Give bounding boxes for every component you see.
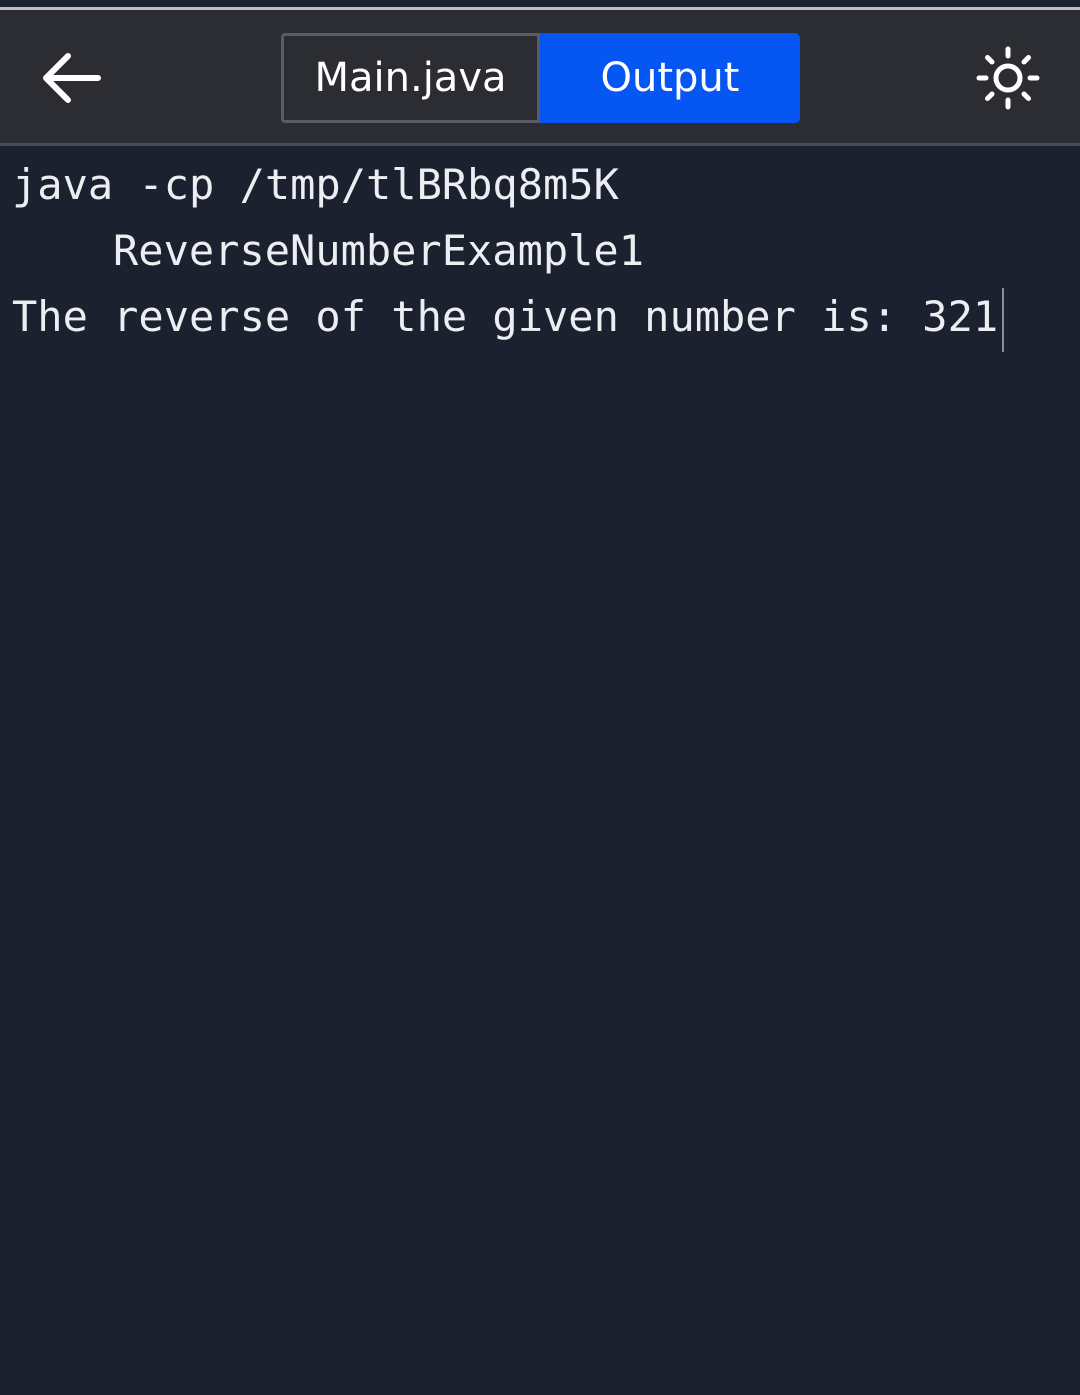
text-cursor [1002,287,1005,352]
console-line-result: The reverse of the given number is: 321 [12,284,1068,352]
tab-output[interactable]: Output [540,33,800,123]
console-result-text: The reverse of the given number is: 321 [12,292,999,341]
editor-tabs: Main.java Output [281,33,800,123]
toolbar: Main.java Output [0,10,1080,146]
output-screen: Main.java Output java -cp /tmp/tlBRbq8m5… [0,0,1080,1395]
arrow-left-icon [43,53,101,103]
status-bar-edge [0,0,1080,10]
tab-main-java-label: Main.java [314,55,507,101]
tab-main-java[interactable]: Main.java [281,33,540,123]
console-line-command: java -cp /tmp/tlBRbq8m5K [12,160,619,209]
back-button[interactable] [30,42,114,114]
theme-toggle-button[interactable] [968,44,1048,112]
tab-output-label: Output [600,55,740,101]
console-output[interactable]: java -cp /tmp/tlBRbq8m5K ReverseNumberEx… [0,146,1080,1395]
console-line-classname: ReverseNumberExample1 [113,226,645,275]
sun-icon [976,46,1040,110]
